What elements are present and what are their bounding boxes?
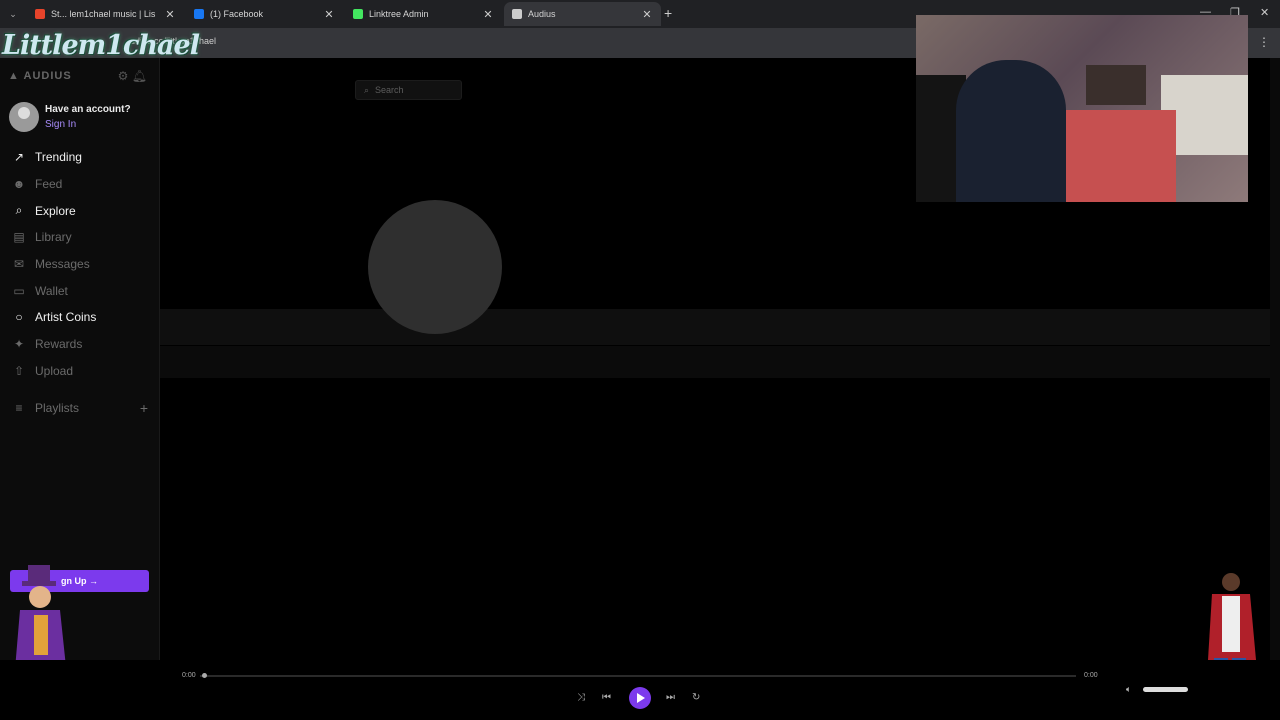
sidebar-item-label: Feed xyxy=(35,177,63,192)
shuffle-icon[interactable]: ⤨ xyxy=(577,692,585,703)
browser-menu-icon[interactable]: ⋮ xyxy=(1258,35,1270,49)
wallet-icon: ▭ xyxy=(13,283,25,298)
sidebar-item-label: Trending xyxy=(35,150,82,165)
streamer-figure xyxy=(956,60,1066,202)
close-tab-icon[interactable]: ✕ xyxy=(482,8,494,21)
profile-header-band xyxy=(160,309,1270,345)
avatar[interactable] xyxy=(9,102,39,132)
tab-title: Linktree Admin xyxy=(369,9,429,19)
search-icon: ⌕ xyxy=(15,203,23,218)
elapsed-time: 0:00 xyxy=(182,672,196,679)
sidebar-item-label: Rewards xyxy=(35,337,83,352)
sidebar-nav: ↗ Trending ☻ Feed ⌕ Explore ▤ Library ✉ Messages ▭… xyxy=(0,144,160,384)
tab-title: Audius xyxy=(528,9,556,19)
search-icon: ⌕ xyxy=(364,84,370,95)
tab-favicon-icon xyxy=(353,9,363,19)
browser-tab[interactable]: Linktree Admin ✕ xyxy=(345,2,502,26)
stream-logo-text: Littlem1chael xyxy=(2,30,200,61)
volume-icon[interactable]: 🔈︎ xyxy=(1126,684,1131,695)
playlists-icon: ≡ xyxy=(15,401,23,415)
account-section: Have an account? Sign In xyxy=(9,102,131,132)
total-time: 0:00 xyxy=(1084,672,1098,679)
close-tab-icon[interactable]: ✕ xyxy=(164,8,176,21)
player-bar: 0:00 0:00 ⤨ ⏮︎ ⏭︎ ↻ 🔈︎ xyxy=(0,660,1280,720)
upload-icon: ⇧ xyxy=(13,363,25,378)
tab-favicon-icon xyxy=(512,9,522,19)
profile-picture-placeholder xyxy=(368,200,502,334)
progress-handle[interactable] xyxy=(202,673,207,678)
sidebar-item-label: Upload xyxy=(35,363,74,378)
library-icon: ▤ xyxy=(13,230,25,245)
profile-tabs-band xyxy=(160,346,1270,378)
tab-favicon-icon xyxy=(194,9,204,19)
search-placeholder: Search xyxy=(375,85,404,95)
sidebar-item-label: Wallet xyxy=(35,283,68,298)
sidebar-item-artist-coins[interactable]: ○ Artist Coins xyxy=(0,304,160,331)
feed-icon: ☻ xyxy=(12,177,26,192)
sidebar-item-label: Messages xyxy=(35,257,90,272)
sign-in-link[interactable]: Sign In xyxy=(45,119,131,130)
repeat-icon[interactable]: ↻ xyxy=(692,692,700,703)
sidebar-item-explore[interactable]: ⌕ Explore xyxy=(0,197,160,224)
close-window-icon[interactable]: ✕ xyxy=(1260,6,1269,19)
play-button[interactable] xyxy=(629,687,651,709)
webcam-overlay xyxy=(916,15,1248,202)
previous-track-icon[interactable]: ⏮︎ xyxy=(602,692,611,703)
sidebar-item-label: Artist Coins xyxy=(35,310,97,325)
stream-logo-overlay: Littlem1chael xyxy=(0,0,200,80)
search-input[interactable]: ⌕ Search xyxy=(355,80,462,100)
browser-tab[interactable]: Audius ✕ xyxy=(504,2,661,26)
close-tab-icon[interactable]: ✕ xyxy=(641,8,653,21)
messages-icon: ✉ xyxy=(13,257,25,272)
scrollbar[interactable] xyxy=(1270,58,1280,660)
sidebar-item-trending[interactable]: ↗ Trending xyxy=(0,144,160,171)
progress-bar[interactable] xyxy=(200,675,1076,677)
add-playlist-icon[interactable]: + xyxy=(140,400,148,416)
next-track-icon[interactable]: ⏭︎ xyxy=(666,692,675,703)
sidebar-item-wallet[interactable]: ▭ Wallet xyxy=(0,277,160,304)
sidebar-item-library[interactable]: ▤ Library xyxy=(0,224,160,251)
trending-icon: ↗ xyxy=(13,150,25,165)
sidebar-item-playlists[interactable]: ≡ Playlists + xyxy=(0,398,160,418)
new-tab-button[interactable]: + xyxy=(664,5,672,21)
sidebar-item-upload[interactable]: ⇧ Upload xyxy=(0,358,160,385)
sidebar-item-label: Explore xyxy=(35,203,76,218)
sidebar-item-label: Library xyxy=(35,230,72,245)
tab-title: (1) Facebook xyxy=(210,9,264,19)
sidebar-item-label: Playlists xyxy=(35,401,80,415)
browser-tab[interactable]: (1) Facebook ✕ xyxy=(186,2,343,26)
volume-slider[interactable] xyxy=(1143,687,1188,692)
coin-icon: ○ xyxy=(15,310,23,325)
gift-icon: ✦ xyxy=(13,337,25,352)
close-tab-icon[interactable]: ✕ xyxy=(323,8,335,21)
account-prompt: Have an account? xyxy=(45,104,131,115)
sidebar-item-messages[interactable]: ✉ Messages xyxy=(0,251,160,278)
sidebar-item-rewards[interactable]: ✦ Rewards xyxy=(0,331,160,358)
sidebar-item-feed[interactable]: ☻ Feed xyxy=(0,171,160,198)
